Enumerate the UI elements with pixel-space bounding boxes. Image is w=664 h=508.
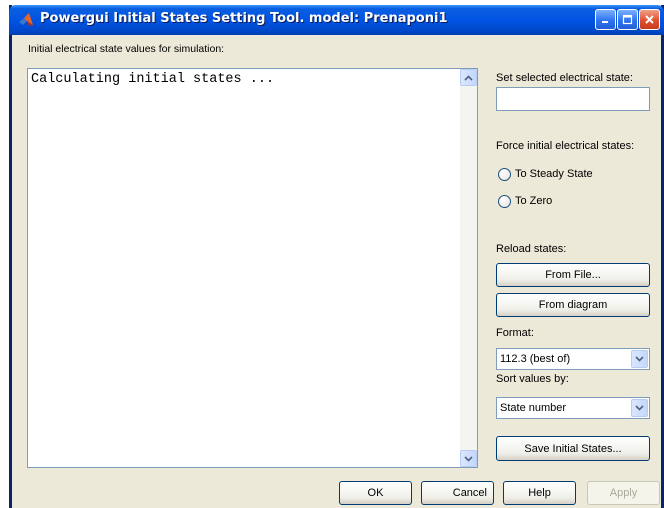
apply-button[interactable]: Apply <box>587 481 660 505</box>
window-title: Powergui Initial States Setting Tool. mo… <box>40 11 448 26</box>
matlab-logo-icon <box>18 12 34 28</box>
list-scrollbar[interactable] <box>460 69 477 467</box>
format-label: Format: <box>496 327 534 339</box>
format-select-value: 112.3 (best of) <box>500 353 571 365</box>
maximize-icon <box>622 14 633 25</box>
set-state-label: Set selected electrical state: <box>496 72 633 84</box>
zero-radio[interactable] <box>498 195 511 208</box>
set-state-input[interactable] <box>496 87 650 111</box>
sort-label: Sort values by: <box>496 373 569 385</box>
scroll-down-button[interactable] <box>460 450 477 467</box>
initial-states-list[interactable]: Calculating initial states ... <box>27 68 478 468</box>
zero-radio-label[interactable]: To Zero <box>515 195 552 207</box>
close-icon <box>645 15 654 24</box>
ok-button[interactable]: OK <box>339 481 412 505</box>
minimize-button[interactable] <box>595 9 616 30</box>
close-button[interactable] <box>639 9 660 30</box>
scroll-up-button[interactable] <box>460 69 477 86</box>
force-states-label: Force initial electrical states: <box>496 140 635 152</box>
steady-state-radio[interactable] <box>498 168 511 181</box>
list-line: Calculating initial states ... <box>31 72 275 87</box>
dialog-window: Powergui Initial States Setting Tool. mo… <box>9 5 664 508</box>
sort-select-value: State number <box>500 402 567 414</box>
from-diagram-button[interactable]: From diagram <box>496 293 650 317</box>
cancel-button[interactable]: Cancel <box>421 481 494 505</box>
sort-dropdown-button[interactable] <box>631 399 648 417</box>
title-bar[interactable]: Powergui Initial States Setting Tool. mo… <box>9 5 664 35</box>
maximize-button[interactable] <box>617 9 638 30</box>
format-select[interactable]: 112.3 (best of) <box>496 348 650 370</box>
chevron-down-icon <box>635 405 644 411</box>
chevron-down-icon <box>464 455 473 462</box>
steady-state-radio-label[interactable]: To Steady State <box>515 168 593 180</box>
sort-select[interactable]: State number <box>496 397 650 419</box>
help-button[interactable]: Help <box>503 481 576 505</box>
format-dropdown-button[interactable] <box>631 350 648 368</box>
minimize-icon <box>602 21 608 23</box>
list-label: Initial electrical state values for simu… <box>28 43 225 55</box>
chevron-up-icon <box>464 74 473 81</box>
save-initial-states-button[interactable]: Save Initial States... <box>496 436 650 461</box>
chevron-down-icon <box>635 356 644 362</box>
from-file-button[interactable]: From File... <box>496 263 650 287</box>
reload-states-label: Reload states: <box>496 243 567 255</box>
